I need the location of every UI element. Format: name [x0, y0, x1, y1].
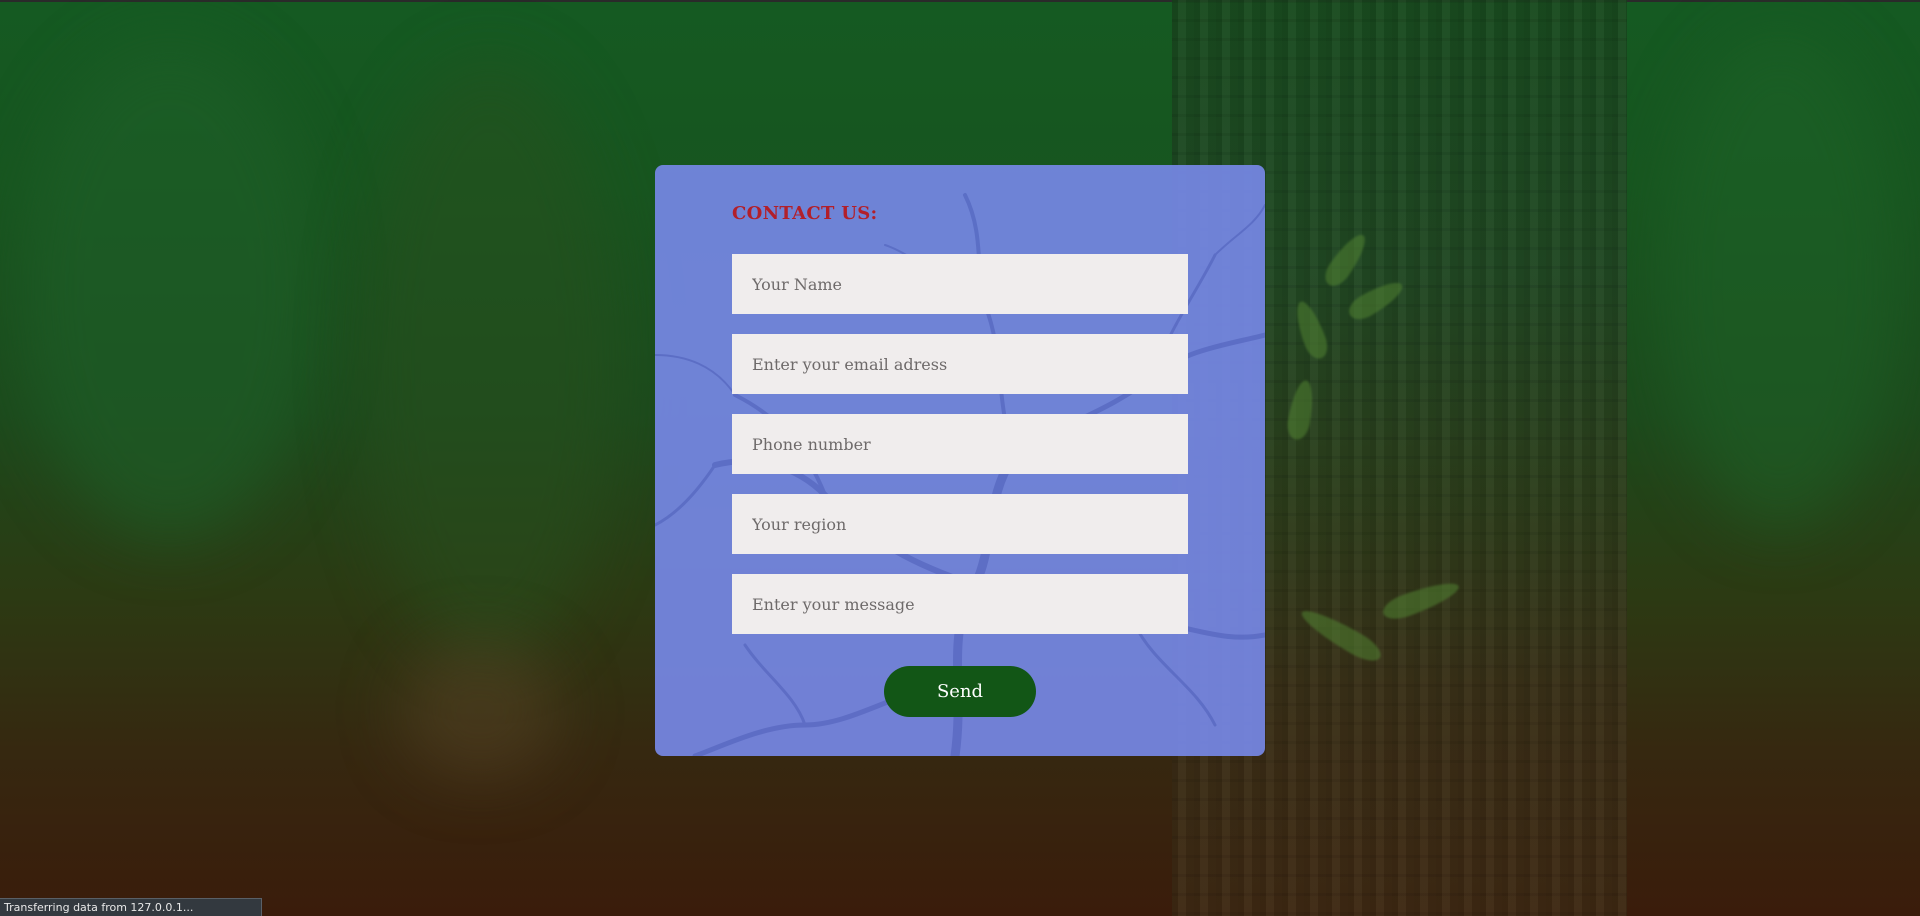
browser-status-bar: Transferring data from 127.0.0.1...	[0, 898, 262, 916]
form-title: CONTACT US:	[732, 203, 878, 224]
background-blur	[400, 640, 560, 780]
email-input[interactable]	[732, 334, 1188, 394]
top-border	[0, 0, 1920, 2]
send-button[interactable]: Send	[884, 666, 1036, 717]
name-input[interactable]	[732, 254, 1188, 314]
page-background: CONTACT US: Send Transferring data from …	[0, 0, 1920, 916]
background-blur	[20, 40, 320, 540]
region-input[interactable]	[732, 494, 1188, 554]
background-blur	[1660, 30, 1900, 530]
background-blur	[360, 60, 620, 660]
contact-form: CONTACT US: Send	[655, 165, 1265, 756]
phone-input[interactable]	[732, 414, 1188, 474]
contact-form-card: CONTACT US: Send	[655, 165, 1265, 756]
message-input[interactable]	[732, 574, 1188, 634]
